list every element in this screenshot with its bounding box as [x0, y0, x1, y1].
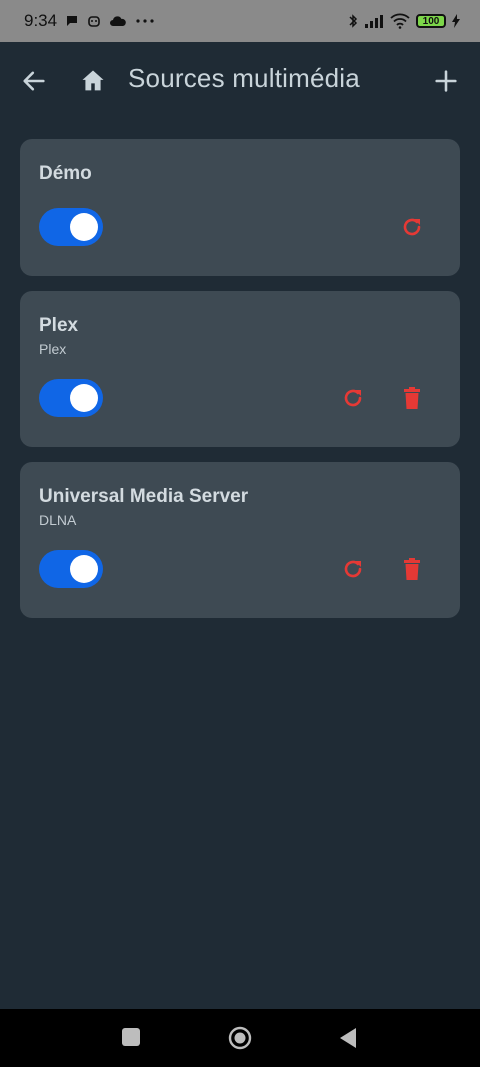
app-bar: Sources multimédia — [0, 42, 480, 120]
trash-icon — [404, 387, 420, 409]
source-type: Plex — [39, 341, 67, 357]
toggle-knob — [70, 555, 98, 583]
source-type: DLNA — [39, 512, 77, 528]
toggle-knob — [70, 384, 98, 412]
refresh-button[interactable] — [336, 552, 370, 586]
battery-icon: 100 — [416, 14, 446, 28]
add-icon[interactable] — [432, 67, 460, 95]
refresh-button[interactable] — [395, 210, 429, 244]
source-name: Démo — [39, 163, 92, 184]
source-card-ums: Universal Media Server DLNA — [20, 462, 460, 618]
back-triangle-icon[interactable] — [338, 1026, 358, 1050]
source-enabled-toggle[interactable] — [39, 550, 103, 588]
source-enabled-toggle[interactable] — [39, 208, 103, 246]
source-name: Plex — [39, 315, 79, 336]
refresh-icon — [403, 218, 421, 236]
source-card-plex: Plex Plex — [20, 291, 460, 447]
source-card-demo: Démo — [20, 139, 460, 276]
refresh-icon — [344, 560, 362, 578]
trash-icon — [404, 558, 420, 580]
delete-button[interactable] — [395, 552, 429, 586]
refresh-icon — [344, 389, 362, 407]
refresh-button[interactable] — [336, 381, 370, 415]
bluetooth-icon — [349, 14, 358, 28]
recents-square-icon[interactable] — [122, 1028, 140, 1046]
cloud-icon — [110, 16, 126, 26]
charging-icon — [452, 14, 460, 28]
system-nav-bar — [0, 1009, 480, 1067]
status-bar: 9:34 100 — [0, 0, 480, 42]
more-dots-icon — [136, 19, 154, 23]
toggle-knob — [70, 213, 98, 241]
chat-bubble-icon — [67, 16, 78, 26]
page-title: Sources multimédia — [128, 63, 360, 93]
source-name: Universal Media Server — [39, 486, 249, 507]
wifi-icon — [390, 13, 410, 29]
back-arrow-icon[interactable] — [20, 67, 48, 95]
source-enabled-toggle[interactable] — [39, 379, 103, 417]
home-circle-icon[interactable] — [228, 1026, 252, 1050]
signal-icon — [365, 15, 383, 28]
delete-button[interactable] — [395, 381, 429, 415]
status-time: 9:34 — [24, 11, 58, 30]
face-icon — [88, 16, 100, 27]
home-icon[interactable] — [79, 67, 107, 95]
